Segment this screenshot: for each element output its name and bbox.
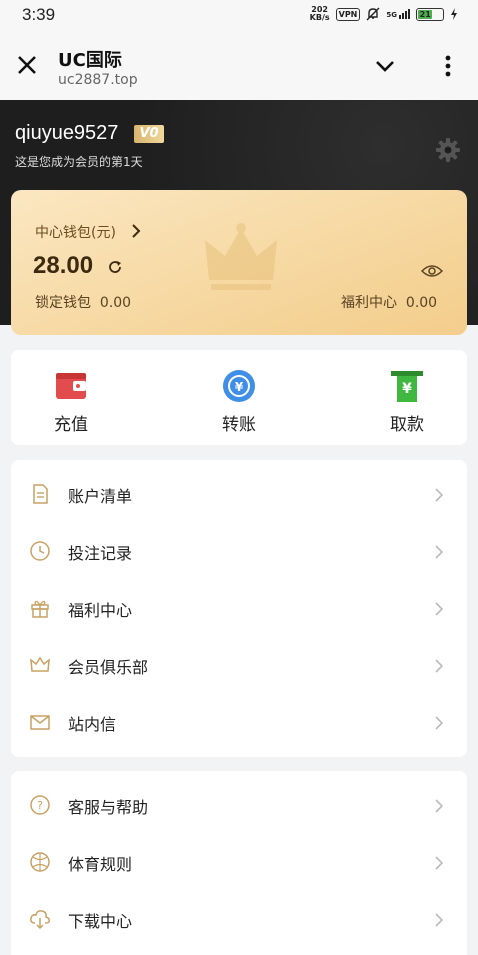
chevron-right-icon bbox=[435, 799, 443, 813]
chevron-right-icon bbox=[435, 602, 443, 616]
member-days-text: 这是您成为会员的第1天 bbox=[15, 155, 143, 169]
locked-wallet: 锁定钱包 0.00 bbox=[35, 295, 132, 311]
mail-icon bbox=[30, 715, 50, 730]
close-icon[interactable] bbox=[16, 54, 38, 76]
chevron-down-icon[interactable] bbox=[374, 58, 396, 74]
menu-item-inbox[interactable]: 站内信 bbox=[11, 694, 467, 751]
wallet-balance: 28.00 bbox=[33, 252, 94, 279]
crown-icon bbox=[30, 656, 50, 672]
ball-icon bbox=[30, 852, 50, 872]
svg-text:¥: ¥ bbox=[402, 381, 412, 397]
menu-group-account: 账户清单 投注记录 福利中心 会员俱乐部 站内信 bbox=[11, 460, 467, 757]
battery-icon: 21 bbox=[416, 7, 444, 21]
menu-item-bet-records[interactable]: 投注记录 bbox=[11, 523, 467, 580]
chevron-right-icon bbox=[435, 545, 443, 559]
crown-watermark-icon bbox=[205, 223, 277, 290]
status-time: 3:39 bbox=[22, 5, 56, 24]
gift-icon bbox=[31, 600, 49, 618]
username: qiuyue9527 bbox=[15, 122, 119, 144]
wallet-icon bbox=[56, 373, 86, 399]
menu-item-download-center[interactable]: 下载中心 bbox=[11, 891, 467, 948]
svg-text:¥: ¥ bbox=[235, 380, 244, 394]
eye-icon[interactable] bbox=[421, 263, 443, 279]
svg-text:?: ? bbox=[37, 799, 43, 812]
status-bar: 3:39 202 KB/s VPN 5G 21 bbox=[0, 0, 478, 30]
chevron-right-icon bbox=[435, 488, 443, 502]
network-speed: 202 KB/s bbox=[309, 5, 330, 22]
transfer-icon: ¥ bbox=[223, 370, 255, 402]
transfer-button[interactable]: ¥ 转账 bbox=[179, 350, 299, 445]
chevron-right-icon bbox=[435, 856, 443, 870]
welfare-center-value: 0.00 bbox=[405, 295, 438, 311]
menu-item-member-club[interactable]: 会员俱乐部 bbox=[11, 637, 467, 694]
chevron-right-icon bbox=[435, 716, 443, 730]
bell-muted-icon bbox=[366, 7, 380, 21]
menu-group-support: ? 客服与帮助 体育规则 下载中心 bbox=[11, 771, 467, 955]
status-icons: 202 KB/s VPN 5G 21 bbox=[310, 6, 458, 22]
menu-item-sports-rules[interactable]: 体育规则 bbox=[11, 834, 467, 891]
chevron-right-icon bbox=[435, 913, 443, 927]
clock-icon bbox=[30, 541, 50, 561]
signal-icon: 5G bbox=[386, 9, 410, 19]
page-title: UC国际 bbox=[58, 50, 122, 71]
wallet-card[interactable]: 中心钱包(元) 28.00 锁定钱包 0.00 福利中心 0.00 bbox=[11, 190, 467, 335]
cloud-download-icon bbox=[30, 910, 50, 930]
deposit-button[interactable]: 充值 bbox=[11, 350, 131, 445]
withdraw-icon: ¥ bbox=[391, 371, 423, 402]
page-url: uc2887.top bbox=[58, 72, 138, 88]
more-icon[interactable] bbox=[444, 55, 452, 77]
quick-actions: 充值 ¥ 转账 ¥ 取款 bbox=[11, 350, 467, 445]
vip-badge[interactable]: V0 bbox=[134, 125, 164, 143]
welfare-center-balance: 福利中心 0.00 bbox=[341, 295, 438, 311]
refresh-icon[interactable] bbox=[107, 259, 123, 275]
document-icon bbox=[33, 484, 48, 504]
chevron-right-icon bbox=[435, 659, 443, 673]
withdraw-button[interactable]: ¥ 取款 bbox=[347, 350, 467, 445]
chevron-right-icon[interactable] bbox=[131, 223, 141, 239]
vpn-badge: VPN bbox=[335, 7, 361, 21]
wallet-title[interactable]: 中心钱包(元) bbox=[35, 222, 116, 242]
menu-item-customer-service[interactable]: ? 客服与帮助 bbox=[11, 777, 467, 834]
gear-icon[interactable] bbox=[434, 136, 462, 164]
browser-header: UC国际 uc2887.top bbox=[0, 30, 478, 100]
menu-item-welfare-center[interactable]: 福利中心 bbox=[11, 580, 467, 637]
charging-icon bbox=[451, 8, 457, 20]
locked-wallet-value: 0.00 bbox=[99, 295, 132, 311]
help-icon: ? bbox=[30, 795, 50, 815]
menu-item-account-statement[interactable]: 账户清单 bbox=[11, 466, 467, 523]
